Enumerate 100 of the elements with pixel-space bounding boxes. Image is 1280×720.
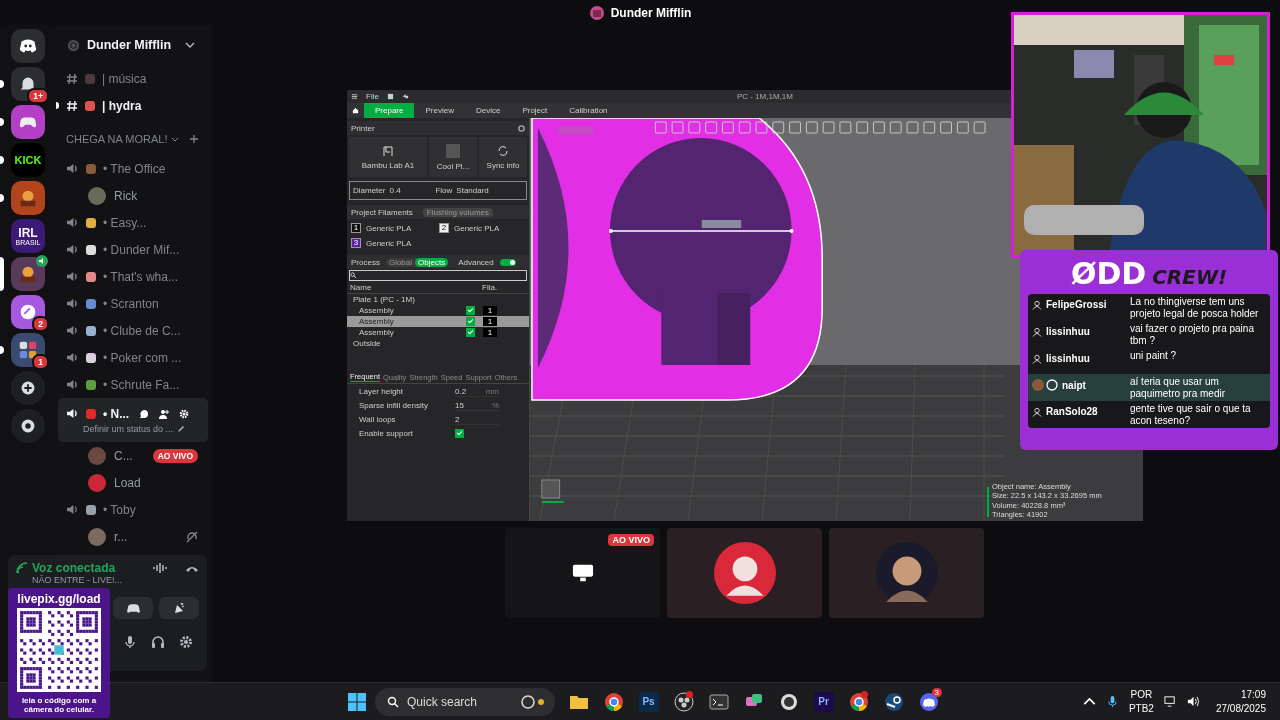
printer-card[interactable]: Bambu Lab A1 [349,137,427,177]
tree-item[interactable]: Assembly 1 [347,305,529,316]
voice-channel-name[interactable]: NÃO ENTRE - LIVE!... [32,575,123,585]
advanced-switch[interactable] [499,258,516,266]
settings-icon[interactable] [179,635,193,649]
undo-icon[interactable] [401,93,409,100]
waveform-icon[interactable] [153,561,167,575]
voice-channel[interactable]: • N... Definir um status do ... [58,398,208,442]
tab[interactable]: Device [464,103,512,118]
tree-item[interactable]: Assembly 1 [347,327,529,338]
channel-item[interactable]: | música [66,65,212,92]
voice-channel[interactable]: • Easy... [58,209,208,236]
headphones-icon[interactable] [151,635,165,649]
connection-status[interactable]: Voz conectada [32,561,116,575]
filament-number[interactable]: 1 [483,306,497,315]
mode-toggle[interactable]: Global [385,257,416,267]
voice-channel[interactable]: • Clube de C... [58,317,208,344]
voice-channel[interactable]: • Scranton [58,290,208,317]
search-field[interactable]: Quick search [375,687,555,716]
server-icon[interactable]: KICK [11,143,45,177]
filament-swatch[interactable]: 3 [351,238,361,248]
flushing-button[interactable]: Flushing volumes [422,207,494,217]
filament-item[interactable]: 3 Generic PLA [351,238,433,248]
start-button[interactable] [347,691,367,712]
chat-icon[interactable] [139,408,150,419]
tree-item[interactable]: Outside [347,338,529,349]
server-name[interactable]: Dunder Mifflin [87,38,171,52]
server-icon[interactable] [11,105,45,139]
microphone-icon[interactable] [123,635,137,649]
spin-field[interactable]: 2 [455,414,499,425]
plate-card[interactable]: Cool Pl... [429,137,477,177]
add-icon[interactable] [189,134,200,144]
participant-tile[interactable] [829,528,984,618]
checkbox[interactable] [455,429,464,438]
terminal-icon[interactable] [708,691,729,712]
chevron-icon[interactable] [185,42,195,48]
clock-date[interactable]: 27/08/2025 [1215,701,1266,715]
member-name[interactable]: C... [114,448,133,463]
voice-channel[interactable]: • Schrute Fa... [58,371,208,398]
microphone-icon[interactable] [1105,695,1119,708]
toolbar-icons-drawing[interactable] [654,121,986,134]
filament-number[interactable]: 1 [483,328,497,337]
browser-icon[interactable] [848,691,869,712]
filament-number[interactable]: 1 [483,317,497,326]
voice-channel[interactable]: • The Office [58,155,208,182]
server-icon[interactable] [11,29,45,63]
channel-item[interactable]: | hydra [66,92,212,119]
diameter-dropdown[interactable]: 0.4 [389,186,432,195]
network-icon[interactable] [1163,695,1177,708]
search-field[interactable] [349,270,527,281]
add-server-button[interactable] [11,371,45,405]
participant-tile[interactable]: AO VIVO [505,528,660,618]
explore-button[interactable] [11,409,45,443]
keyboard-layout[interactable]: PTB2 [1128,701,1154,715]
participant-tile[interactable] [667,528,822,618]
activity-button[interactable] [113,597,153,619]
invite-icon[interactable] [159,408,170,419]
checkbox[interactable] [466,317,475,326]
user-avatar[interactable] [88,186,106,205]
tree-item[interactable]: Assembly 1 [347,316,529,327]
home-icon[interactable] [352,107,359,114]
column-header[interactable]: Name [350,283,482,292]
language-indicator[interactable]: POR [1130,688,1153,702]
clock-time[interactable]: 17:09 [1240,688,1266,702]
tab[interactable]: Project [511,103,559,118]
member-name[interactable]: r... [114,529,128,544]
discord-icon[interactable] [918,691,939,712]
column-header[interactable]: Fila. [482,283,498,292]
soundboard-button[interactable] [159,597,199,619]
axis-cube-icon[interactable] [540,479,565,503]
menu-icon[interactable] [351,93,358,100]
pencil-icon[interactable] [177,424,186,433]
checkbox[interactable] [466,306,475,315]
save-icon[interactable] [386,93,394,100]
status-text[interactable]: Definir um status do ... [83,423,174,434]
volume-icon[interactable] [1186,695,1200,708]
filament-swatch[interactable]: 2 [439,223,449,233]
filament-item[interactable]: 1 Generic PLA [351,223,433,233]
filament-swatch[interactable]: 1 [351,223,361,233]
user-avatar[interactable] [88,473,106,492]
app-icon[interactable] [778,691,799,712]
member-name[interactable]: Rick [114,188,138,203]
file-menu[interactable]: File [366,92,379,101]
game-launcher-icon[interactable] [883,691,904,712]
settings-icon[interactable] [518,124,525,132]
browser-icon[interactable] [603,691,624,712]
voice-channel[interactable]: • Toby [58,496,208,523]
input-field[interactable]: 15 % [455,400,499,411]
tab[interactable]: Calibration [558,103,619,118]
sync-button[interactable]: Sync info [479,137,527,177]
voice-channel[interactable]: • Dunder Mif... [58,236,208,263]
voice-channel[interactable]: • Poker com ... [58,344,208,371]
tree-item[interactable]: Plate 1 (PC - 1M) [347,294,529,305]
server-icon[interactable] [11,181,45,215]
app-icon[interactable]: Pr [813,691,834,712]
tab[interactable]: Preview [414,103,465,118]
category-label[interactable]: CHEGA NA MORAL! [66,133,168,145]
recorder-icon[interactable] [673,691,694,712]
app-icon[interactable]: Ps [638,691,659,712]
checkbox[interactable] [466,328,475,337]
